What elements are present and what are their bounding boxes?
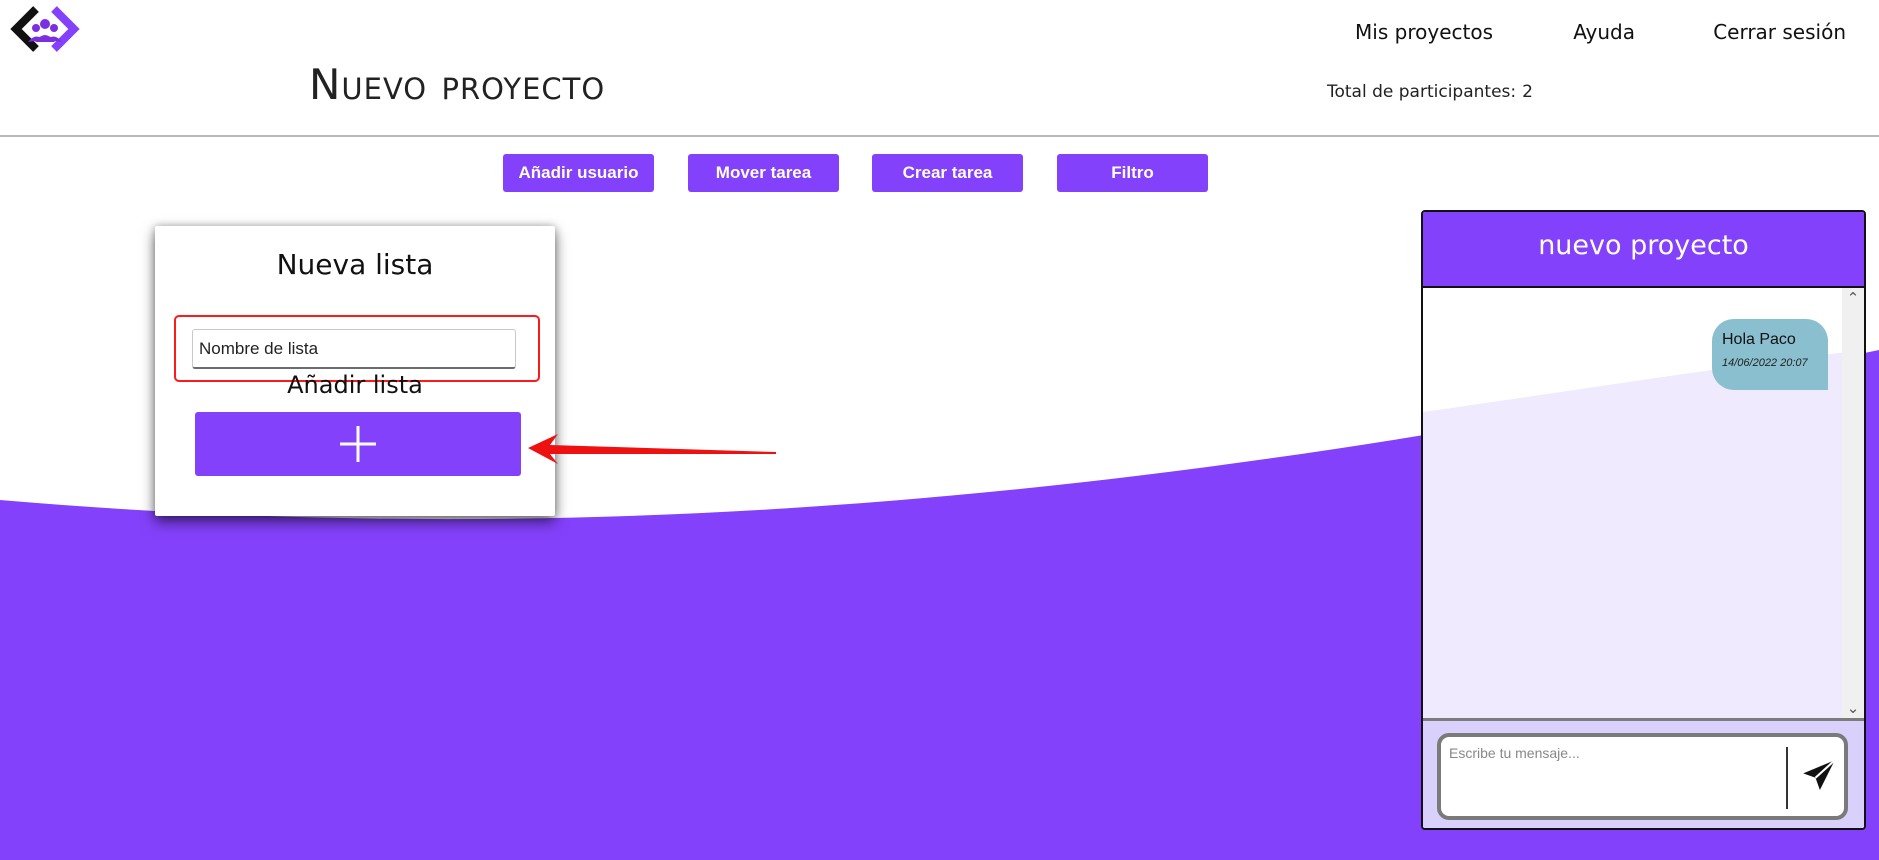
chat-message-text: Hola Paco bbox=[1722, 331, 1796, 348]
chat-message-list[interactable]: Hola Paco 14/06/2022 20:07 ⌃ ⌄ bbox=[1423, 288, 1864, 718]
chat-message-time: 14/06/2022 20:07 bbox=[1722, 357, 1808, 369]
participants-total: Total de participantes: 2 bbox=[1327, 82, 1533, 102]
chat-input-box bbox=[1437, 733, 1848, 820]
create-task-button[interactable]: Crear tarea bbox=[872, 154, 1023, 192]
move-task-button[interactable]: Mover tarea bbox=[688, 154, 839, 192]
add-list-button[interactable] bbox=[195, 412, 521, 476]
list-name-input[interactable] bbox=[192, 329, 516, 369]
plus-icon bbox=[340, 426, 376, 462]
page-title: Nuevo proyecto bbox=[309, 60, 606, 109]
nav-help-link[interactable]: Ayuda bbox=[1573, 20, 1635, 44]
filter-button[interactable]: Filtro bbox=[1057, 154, 1208, 192]
nav-logout-link[interactable]: Cerrar sesión bbox=[1713, 20, 1846, 44]
chat-scrollbar[interactable]: ⌃ ⌄ bbox=[1842, 288, 1864, 718]
chat-message-bubble: Hola Paco 14/06/2022 20:07 bbox=[1712, 319, 1828, 390]
send-button[interactable] bbox=[1798, 755, 1840, 797]
app-logo[interactable] bbox=[8, 6, 82, 52]
participants-count: 2 bbox=[1522, 82, 1533, 102]
nav-my-projects-link[interactable]: Mis proyectos bbox=[1355, 20, 1493, 44]
chat-message-input[interactable] bbox=[1449, 745, 1779, 807]
send-separator bbox=[1786, 747, 1788, 809]
chat-panel: nuevo proyecto Hola Paco 14/06/2022 20:0… bbox=[1421, 210, 1866, 830]
header-divider bbox=[0, 135, 1879, 137]
participants-label: Total de participantes: bbox=[1327, 82, 1517, 102]
chat-header: nuevo proyecto bbox=[1423, 212, 1864, 288]
new-list-title: Nueva lista bbox=[276, 248, 434, 281]
add-user-button[interactable]: Añadir usuario bbox=[503, 154, 654, 192]
send-icon bbox=[1803, 759, 1836, 790]
add-list-label: Añadir lista bbox=[287, 371, 423, 399]
annotation-arrow bbox=[528, 434, 776, 464]
chevron-down-icon[interactable]: ⌄ bbox=[1842, 698, 1864, 718]
new-list-card: Nueva lista Añadir lista bbox=[155, 226, 555, 516]
chat-input-area bbox=[1423, 718, 1864, 828]
chevron-up-icon[interactable]: ⌃ bbox=[1842, 288, 1864, 308]
